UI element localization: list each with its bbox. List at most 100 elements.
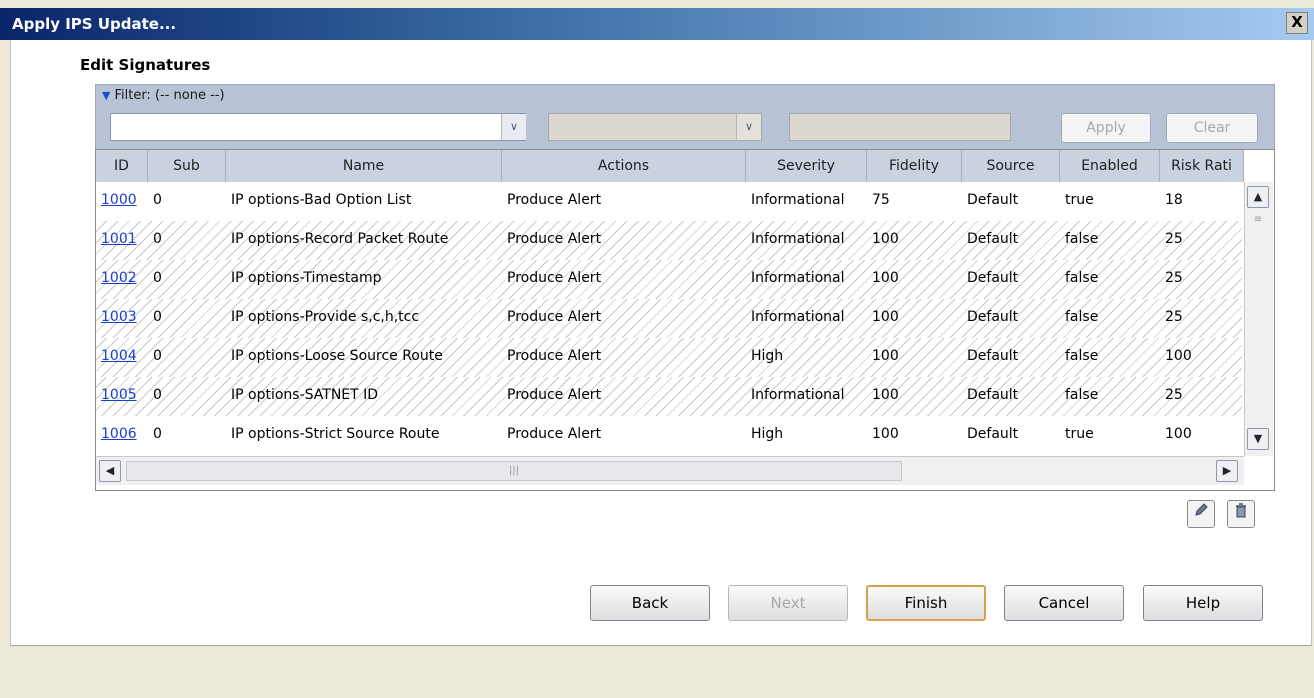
col-id-cell[interactable]: 1004 [96,338,148,377]
col-enabled-cell: false [1065,387,1099,403]
col-risk-rating-cell: 25 [1165,387,1183,403]
col-sub-cell: 0 [153,309,162,325]
col-name-cell: IP options-Strict Source Route [231,426,440,442]
table-row[interactable]: 1006 0 IP options-Strict Source Route Produ… [96,416,1242,455]
col-risk-rating-cell: 25 [1165,309,1183,325]
help-button[interactable]: Help [1143,585,1263,621]
table-row[interactable]: 1001 0 IP options-Record Packet Route Produ… [96,221,1242,260]
col-sub-cell: 0 [153,348,162,364]
filter-label: Filter: (-- none --) [114,88,225,103]
header-col-actions[interactable]: Actions [502,150,746,182]
col-risk-rating-cell: 100 [1165,426,1192,442]
vertical-scroll-thumb[interactable]: ≡ [1250,212,1266,228]
header-col-fidelity[interactable]: Fidelity [867,150,962,182]
chevron-down-icon[interactable]: ∨ [736,114,761,140]
col-severity-cell: High [751,348,784,364]
window-title: Apply IPS Update... [12,15,177,33]
edit-button[interactable] [1187,500,1215,528]
table-row[interactable]: 1004 0 IP options-Loose Source Route Produc… [96,338,1242,377]
col-name-cell: IP options-Timestamp [231,270,382,286]
col-actions-cell: Produce Alert [507,348,602,364]
col-source-cell: Default [967,192,1019,208]
col-enabled-cell: false [1065,348,1099,364]
scroll-left-button[interactable]: ◀ [99,460,121,482]
scroll-up-button[interactable]: ▲ [1247,186,1269,208]
table-row[interactable]: 1002 0 IP options-Timestamp Produce Alert In… [96,260,1242,299]
header-col-name[interactable]: Name [226,150,502,182]
scroll-down-button[interactable]: ▼ [1247,428,1269,450]
header-col-sub[interactable]: Sub [148,150,226,182]
col-actions-cell: Produce Alert [507,309,602,325]
vertical-scrollbar[interactable]: ▲ ≡ ▼ [1244,182,1273,456]
title-bar: Apply IPS Update... X [0,8,1314,40]
signatures-table: ID Sub Name Actions Severity Fidelity Source En… [95,149,1275,491]
col-id-cell[interactable]: 1005 [96,377,148,416]
col-enabled-cell: false [1065,270,1099,286]
col-name-cell: IP options-Record Packet Route [231,231,449,247]
col-name-cell: IP options-Provide s,c,h,tcc [231,309,420,325]
col-id-cell[interactable]: 1003 [96,299,148,338]
apply-filter-button[interactable]: Apply [1061,113,1151,143]
col-source-cell: Default [967,270,1019,286]
table-row[interactable]: 1000 0 IP options-Bad Option List Produce A… [96,182,1242,221]
col-name-cell: IP options-Loose Source Route [231,348,443,364]
horizontal-scrollbar[interactable]: ◀ ||| ▶ [96,456,1244,485]
cancel-button[interactable]: Cancel [1004,585,1124,621]
col-source-cell: Default [967,387,1019,403]
table-row[interactable]: 1003 0 IP options-Provide s,c,h,tcc Produce… [96,299,1242,338]
col-severity-cell: Informational [751,231,845,247]
col-severity-cell: High [751,426,784,442]
col-risk-rating-cell: 25 [1165,270,1183,286]
col-sub-cell: 0 [153,387,162,403]
finish-button[interactable]: Finish [866,585,986,621]
col-sub-cell: 0 [153,192,162,208]
header-col-risk-rating[interactable]: Risk Rati [1160,150,1244,182]
col-severity-cell: Informational [751,192,845,208]
col-source-cell: Default [967,231,1019,247]
col-enabled-cell: false [1065,309,1099,325]
filter-panel: ▼ Filter: (-- none --) ∨ ∨ Apply Clear [95,84,1275,150]
col-id-cell[interactable]: 1000 [96,182,148,221]
col-id-cell[interactable]: 1002 [96,260,148,299]
col-fidelity-cell: 100 [872,387,899,403]
header-col-enabled[interactable]: Enabled [1060,150,1160,182]
col-actions-cell: Produce Alert [507,231,602,247]
col-fidelity-cell: 100 [872,426,899,442]
expand-triangle-icon: ▼ [102,89,111,102]
back-button[interactable]: Back [590,585,710,621]
col-sub-cell: 0 [153,270,162,286]
col-source-cell: Default [967,348,1019,364]
col-enabled-cell: true [1065,426,1094,442]
header-col-severity[interactable]: Severity [746,150,867,182]
col-severity-cell: Informational [751,387,845,403]
delete-button[interactable] [1227,500,1255,528]
next-button[interactable]: Next [728,585,848,621]
header-col-source[interactable]: Source [962,150,1060,182]
col-risk-rating-cell: 25 [1165,231,1183,247]
filter-text-input[interactable] [789,113,1011,141]
col-source-cell: Default [967,309,1019,325]
horizontal-scroll-thumb[interactable]: ||| [126,461,902,481]
col-fidelity-cell: 100 [872,270,899,286]
col-name-cell: IP options-Bad Option List [231,192,412,208]
clear-filter-button[interactable]: Clear [1166,113,1258,143]
filter-condition-select[interactable]: ∨ [548,113,762,141]
table-row[interactable]: 1005 0 IP options-SATNET ID Produce Alert In… [96,377,1242,416]
table-header: ID Sub Name Actions Severity Fidelity Source En… [96,150,1244,182]
col-id-cell[interactable]: 1006 [96,416,148,455]
header-col-id[interactable]: ID [96,150,148,182]
col-fidelity-cell: 100 [872,348,899,364]
filter-toggle[interactable]: ▼ Filter: (-- none --) [102,88,225,103]
col-id-cell[interactable]: 1001 [96,221,148,260]
col-fidelity-cell: 100 [872,231,899,247]
close-button[interactable]: X [1286,12,1308,34]
col-actions-cell: Produce Alert [507,426,602,442]
chevron-down-icon[interactable]: ∨ [501,114,526,140]
scroll-right-button[interactable]: ▶ [1216,460,1238,482]
col-name-cell: IP options-SATNET ID [231,387,379,403]
col-sub-cell: 0 [153,231,162,247]
col-risk-rating-cell: 100 [1165,348,1192,364]
col-risk-rating-cell: 18 [1165,192,1183,208]
filter-field-select[interactable]: ∨ [110,113,526,141]
col-fidelity-cell: 100 [872,309,899,325]
